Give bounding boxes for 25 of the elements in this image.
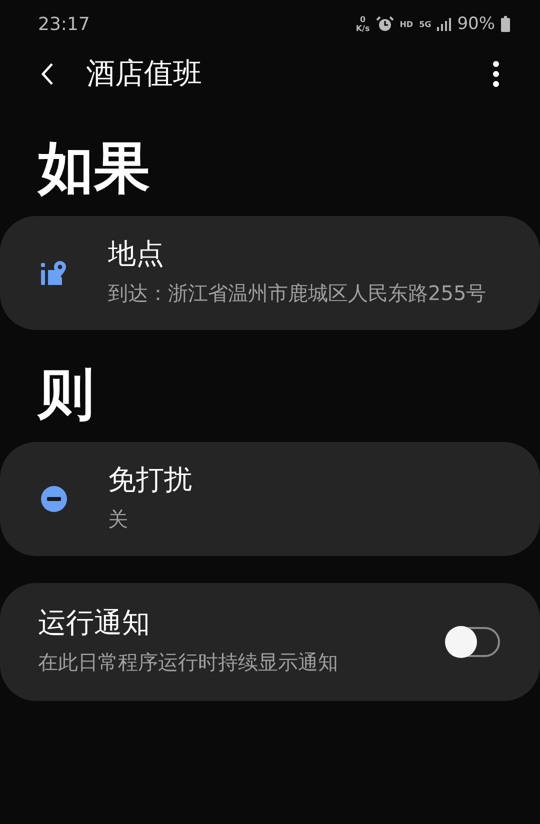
battery-percent: 90%: [457, 14, 495, 34]
network-type: 5G: [419, 20, 432, 28]
signal-icon: [437, 17, 452, 31]
network-speed: 0 K/s: [356, 15, 370, 33]
hd-indicator: HD: [400, 20, 414, 28]
toggle-switch[interactable]: [446, 627, 500, 657]
more-options-icon[interactable]: [492, 61, 500, 87]
notification-card[interactable]: 运行通知 在此日常程序运行时持续显示通知: [0, 583, 540, 701]
do-not-disturb-icon: [40, 485, 68, 513]
condition-detail: 关: [108, 506, 129, 533]
page-title: 酒店值班: [86, 55, 203, 92]
condition-title: 地点: [108, 236, 165, 272]
section-heading: 则: [36, 361, 95, 429]
section-heading: 如果: [36, 135, 151, 203]
alarm-icon: [376, 16, 394, 32]
condition-card[interactable]: 免打扰 关: [0, 442, 540, 556]
condition-card[interactable]: 地点 到达：浙江省温州市鹿城区人民东路255号: [0, 216, 540, 330]
map-pin-icon: [40, 259, 68, 287]
clock: 23:17: [38, 14, 90, 34]
setting-title: 运行通知: [38, 605, 151, 641]
condition-title: 免打扰: [108, 462, 193, 498]
battery-icon: [501, 16, 510, 32]
back-icon[interactable]: [40, 62, 54, 86]
condition-detail: 到达：浙江省温州市鹿城区人民东路255号: [108, 280, 488, 307]
setting-description: 在此日常程序运行时持续显示通知: [38, 649, 339, 676]
